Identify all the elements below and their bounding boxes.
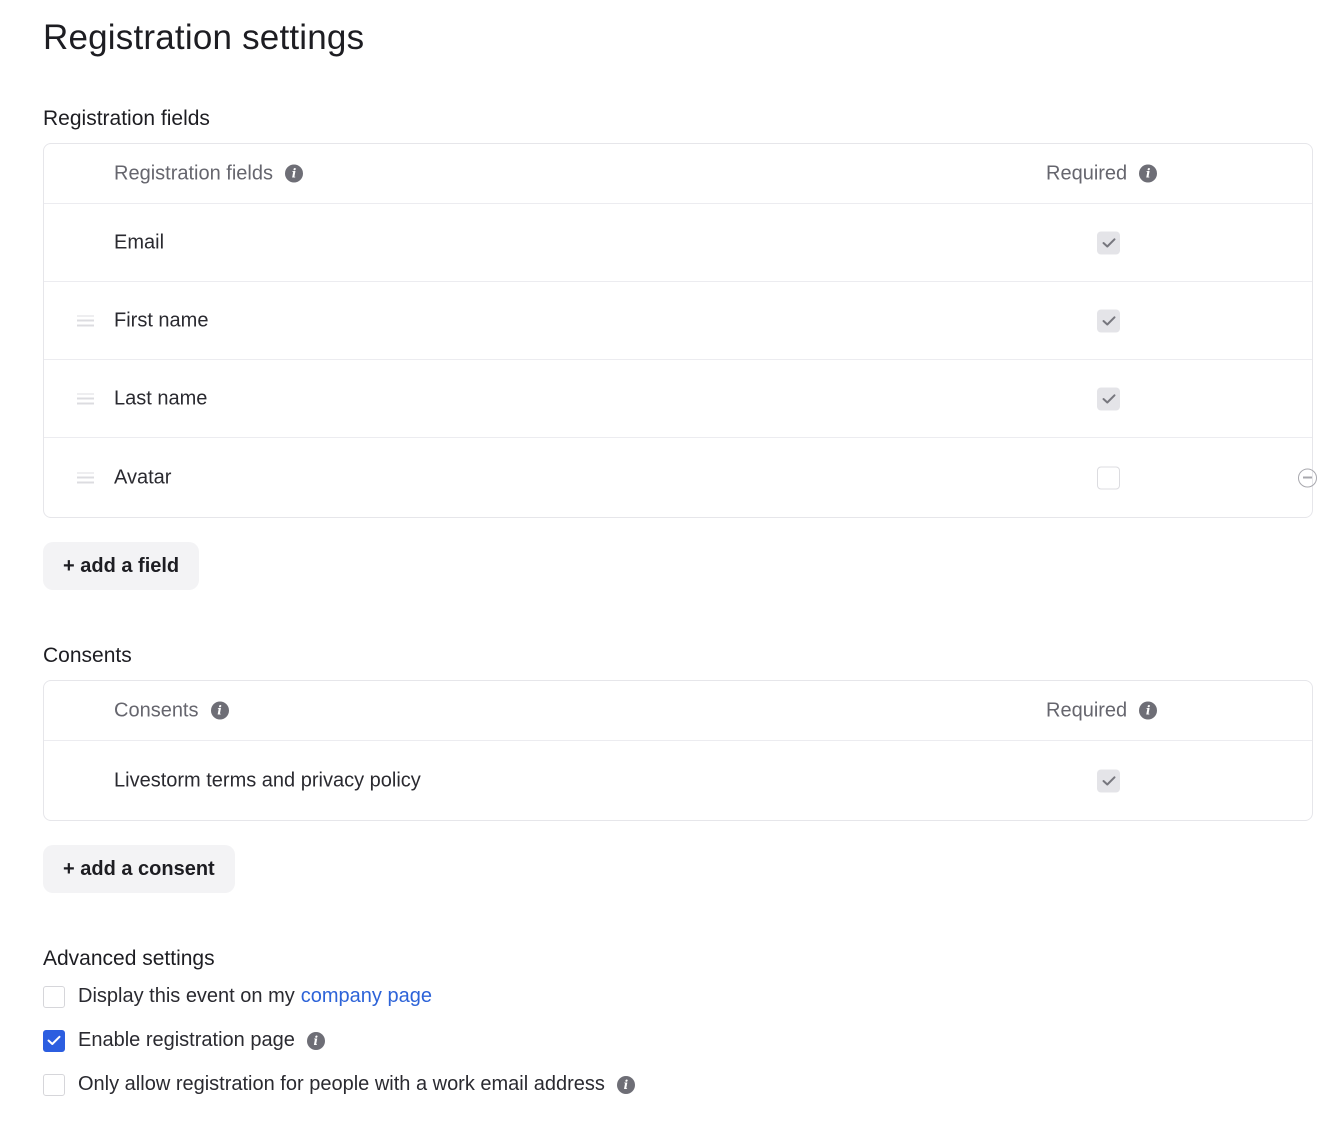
check-icon [1102, 237, 1115, 247]
required-column-header: Required i [1046, 699, 1158, 722]
required-checkbox-email [1097, 231, 1120, 254]
field-label-email: Email [114, 231, 165, 253]
add-field-button[interactable]: + add a field [43, 542, 200, 590]
consent-label: Livestorm terms and privacy policy [114, 769, 421, 791]
work-email-only-checkbox[interactable] [43, 1073, 65, 1096]
required-checkbox-consent [1097, 769, 1120, 792]
info-icon[interactable]: i [1139, 164, 1158, 183]
consents-title: Consents [43, 644, 132, 667]
work-email-only-option: Only allow registration for people with … [43, 1073, 635, 1096]
table-row: Last name [44, 359, 1312, 437]
drag-handle-icon[interactable] [77, 472, 94, 483]
option-label: Enable registration page [78, 1029, 295, 1051]
consents-column-header: Consents i [114, 699, 229, 722]
check-icon [47, 1035, 61, 1045]
table-row: Livestorm terms and privacy policy [44, 740, 1312, 820]
info-icon[interactable]: i [284, 164, 303, 183]
consents-table: Consents i Required i Livestorm terms an… [43, 680, 1313, 821]
drag-handle-icon[interactable] [77, 315, 94, 326]
check-icon [1102, 775, 1115, 785]
check-icon [1102, 315, 1115, 325]
field-label-last-name: Last name [114, 387, 208, 409]
display-on-company-page-option: Display this event on my company page [43, 985, 432, 1008]
info-icon[interactable]: i [210, 701, 229, 720]
field-label-first-name: First name [114, 309, 209, 331]
required-checkbox-avatar[interactable] [1097, 466, 1120, 489]
remove-circle-icon[interactable] [1298, 468, 1317, 487]
registration-fields-title: Registration fields [43, 107, 210, 130]
info-icon[interactable]: i [306, 1031, 325, 1050]
registration-fields-column-header: Registration fields i [114, 162, 303, 185]
option-label: Only allow registration for people with … [78, 1073, 605, 1095]
company-page-link[interactable]: company page [301, 985, 432, 1008]
required-checkbox-first-name [1097, 309, 1120, 332]
option-label: Display this event on my [78, 985, 295, 1007]
registration-fields-header: Registration fields i Required i [44, 144, 1312, 203]
table-row: Avatar [44, 437, 1317, 517]
field-label-avatar: Avatar [114, 466, 172, 488]
info-icon[interactable]: i [1139, 701, 1158, 720]
check-icon [1102, 393, 1115, 403]
drag-handle-icon[interactable] [77, 393, 94, 404]
registration-fields-table: Registration fields i Required i Email F… [43, 143, 1317, 518]
consents-header: Consents i Required i [44, 681, 1312, 740]
table-row: Email [44, 203, 1312, 281]
enable-registration-page-checkbox[interactable] [43, 1029, 65, 1052]
display-on-company-page-checkbox[interactable] [43, 985, 65, 1008]
required-column-header: Required i [1046, 162, 1158, 185]
page-title: Registration settings [43, 18, 365, 57]
info-icon[interactable]: i [616, 1075, 635, 1094]
enable-registration-page-option: Enable registration page i [43, 1029, 325, 1052]
table-row: First name [44, 281, 1312, 359]
add-consent-button[interactable]: + add a consent [43, 845, 235, 893]
required-checkbox-last-name [1097, 387, 1120, 410]
advanced-settings-title: Advanced settings [43, 947, 215, 970]
